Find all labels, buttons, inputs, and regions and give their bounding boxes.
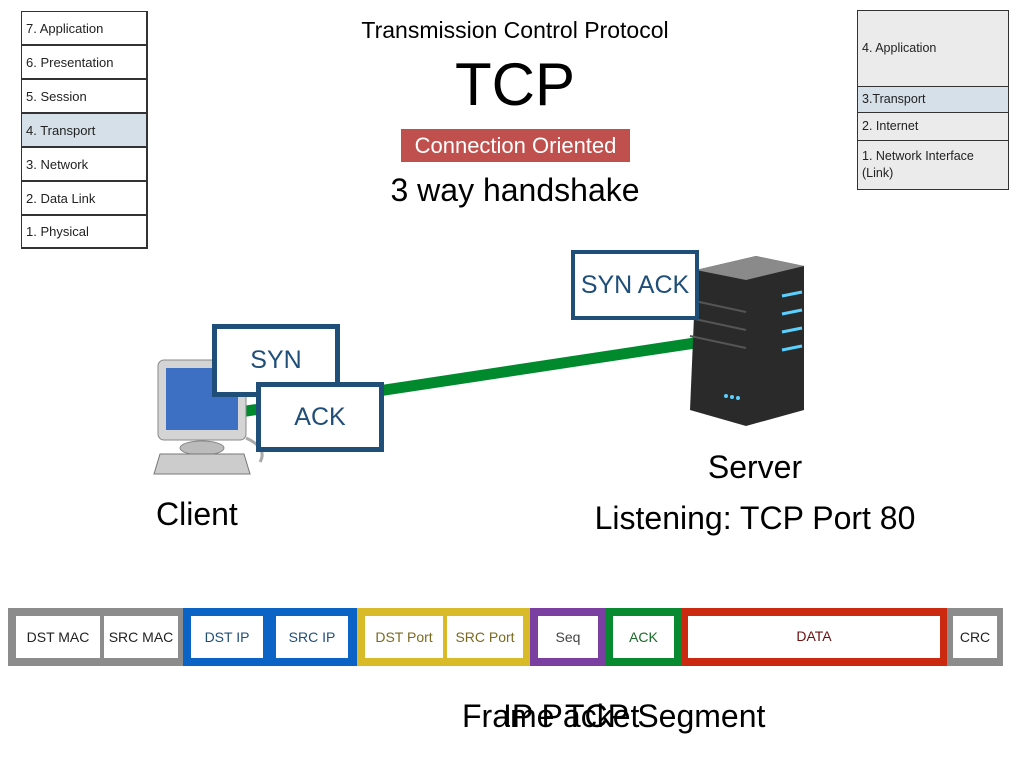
field-dst-ip: DST IP <box>191 616 263 658</box>
data-segment: DATA <box>682 608 947 666</box>
server-status: Listening: TCP Port 80 <box>594 500 916 536</box>
field-data: DATA <box>688 616 940 658</box>
pdu-label-tcp-segment: TCP Segment <box>565 698 766 734</box>
field-dst-port: DST Port <box>365 616 443 658</box>
field-crc: CRC <box>953 616 997 658</box>
server-label: Server <box>707 449 803 485</box>
seq-segment: Seq <box>530 608 605 666</box>
field-dst-mac: DST MAC <box>16 616 100 658</box>
field-src-port: SRC Port <box>447 616 523 658</box>
tcp-ports: DST Port SRC Port <box>357 608 530 666</box>
ack-segment: ACK <box>605 608 682 666</box>
field-ack: ACK <box>613 616 674 658</box>
ip-header: DST IP SRC IP <box>183 608 357 666</box>
mac-header: DST MAC SRC MAC <box>8 608 183 666</box>
field-seq: Seq <box>538 616 598 658</box>
server-icon <box>689 256 804 426</box>
field-src-mac: SRC MAC <box>104 616 178 658</box>
syn-ack-message: SYN ACK <box>571 250 699 320</box>
field-src-ip: SRC IP <box>276 616 348 658</box>
client-label: Client <box>156 496 238 532</box>
ack-message: ACK <box>256 382 384 452</box>
crc-segment: CRC <box>947 608 1003 666</box>
